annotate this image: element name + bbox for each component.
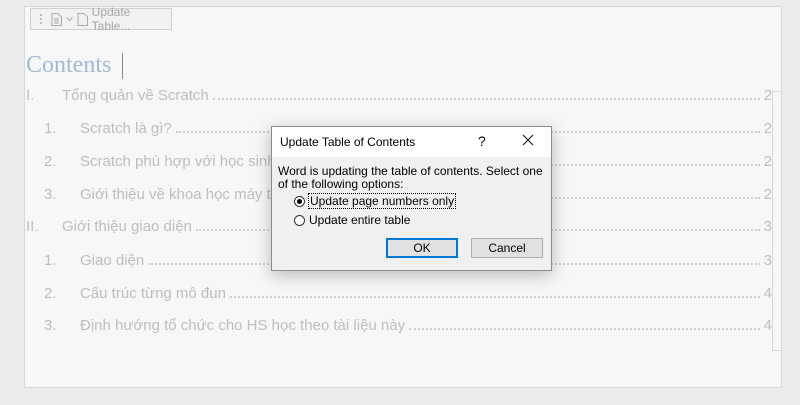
toc-entry[interactable]: I. Tổng quản về Scratch 2 — [26, 84, 772, 104]
dialog-message: Word is updating the table of contents. … — [278, 165, 548, 191]
update-table-button[interactable]: Update Table... — [77, 5, 171, 33]
toc-entry-text: Giới thiệu giao diện — [62, 218, 192, 235]
toc-entry-text: Giao diện — [80, 252, 145, 269]
toc-entry-number: 1. — [44, 120, 57, 137]
toc-entry-page: 2 — [763, 153, 772, 170]
dialog-title-bar[interactable]: Update Table of Contents ? — [272, 127, 551, 157]
toc-entry-number: II. — [26, 218, 39, 235]
document-icon — [51, 12, 63, 26]
text-cursor — [122, 53, 123, 79]
update-table-label: Update Table... — [91, 5, 131, 33]
update-toc-dialog: Update Table of Contents ? Word is updat… — [271, 126, 552, 271]
toc-entry-page: 2 — [763, 120, 772, 137]
toc-entry-number: 3. — [44, 317, 57, 334]
toc-entry-text: Định hướng tổ chức cho HS học theo tài l… — [80, 317, 406, 334]
option-page-numbers[interactable]: Update page numbers only — [294, 193, 457, 209]
page-icon — [77, 12, 89, 26]
option-entire-table[interactable]: Update entire table — [294, 213, 410, 227]
toc-leader — [409, 328, 760, 330]
toc-entry[interactable]: 3. Định hướng tổ chức cho HS học theo tà… — [26, 314, 772, 334]
close-button[interactable] — [520, 132, 536, 148]
help-button[interactable]: ? — [478, 133, 486, 149]
toc-entry-number: 3. — [44, 186, 57, 203]
toc-entry-page: 3 — [763, 252, 772, 269]
option-entire-table-label: Update entire table — [309, 213, 411, 227]
toc-entry-number: 2. — [44, 153, 57, 170]
toc-entry-page: 4 — [763, 317, 772, 334]
radio-selected-icon[interactable] — [294, 195, 305, 207]
toc-entry-number: 1. — [44, 252, 57, 269]
cancel-button[interactable]: Cancel — [471, 238, 543, 258]
toc-entry-page: 2 — [763, 87, 772, 104]
drag-handle-icon[interactable] — [35, 12, 47, 26]
toc-title: Contents — [26, 52, 112, 78]
toc-entry-text: Giới thiệu về khoa học máy tính — [80, 186, 292, 203]
close-icon — [522, 134, 534, 146]
ok-button[interactable]: OK — [386, 238, 458, 258]
toc-entry-text: Cấu trúc từng mô đun — [80, 285, 226, 302]
dialog-message-line: of the following options: — [278, 177, 404, 191]
toc-entry-text: Tổng quản về Scratch — [62, 87, 209, 104]
toc-entry-text: Scratch là gì? — [80, 120, 172, 137]
toc-entry-page: 2 — [763, 186, 772, 203]
toc-entry-text: Scratch phù hợp với học sinh — [80, 153, 276, 170]
table-of-contents-button[interactable] — [51, 12, 73, 26]
toc-leader — [229, 296, 760, 298]
toc-toolbar: Update Table... — [30, 5, 172, 33]
toc-entry-number: I. — [26, 87, 35, 104]
chevron-down-icon — [65, 12, 73, 26]
toc-entry-number: 2. — [44, 285, 57, 302]
toc-entry[interactable]: 2. Cấu trúc từng mô đun 4 — [26, 282, 772, 302]
radio-unselected-icon[interactable] — [294, 214, 305, 226]
toc-entry-page: 3 — [763, 218, 772, 235]
toc-entry-page: 4 — [763, 285, 772, 302]
dialog-title: Update Table of Contents — [280, 135, 416, 149]
page-edge — [772, 91, 781, 351]
option-page-numbers-label: Update page numbers only — [307, 193, 457, 209]
toc-leader — [212, 98, 760, 100]
